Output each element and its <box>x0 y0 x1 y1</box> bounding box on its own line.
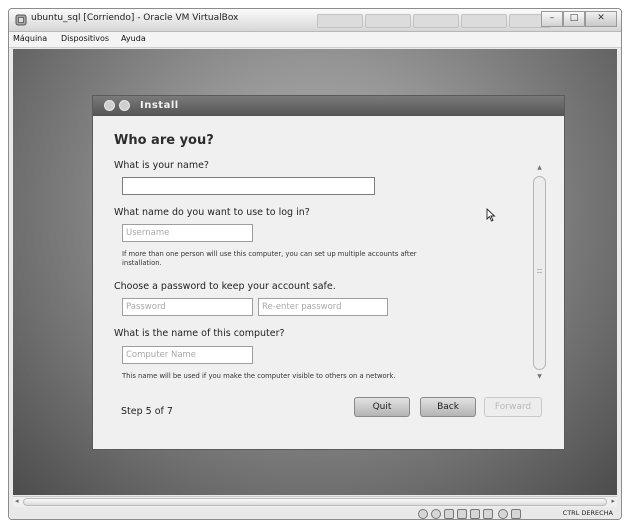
background-tab <box>365 14 411 28</box>
dialog-title: Install <box>140 100 179 111</box>
hard-disk-icon[interactable] <box>418 509 428 519</box>
usb-icon[interactable] <box>444 509 454 519</box>
title-bar[interactable]: ubuntu_sql [Corriendo] - Oracle VM Virtu… <box>9 9 621 32</box>
close-button[interactable]: ✕ <box>585 11 617 27</box>
login-label: What name do you want to use to log in? <box>114 207 310 218</box>
dialog-close-icon[interactable] <box>104 100 115 111</box>
background-tab <box>461 14 507 28</box>
dialog-minimize-icon[interactable] <box>119 100 130 111</box>
password-label: Choose a password to keep your account s… <box>114 281 336 292</box>
cursor-icon <box>486 208 496 222</box>
guest-display[interactable]: Install Who are you? What is your name? … <box>13 49 617 495</box>
menu-dispositivos[interactable]: Dispositivos <box>61 34 109 43</box>
name-input[interactable] <box>122 177 375 195</box>
computer-name-label: What is the name of this computer? <box>114 328 285 339</box>
computer-note: This name will be used if you make the c… <box>122 372 396 380</box>
scroll-right-arrow-icon[interactable]: ▸ <box>611 497 615 505</box>
reenter-password-input[interactable] <box>258 298 388 316</box>
mouse-integration-icon[interactable] <box>511 509 521 519</box>
background-tab <box>317 14 363 28</box>
menu-maquina[interactable]: Máquina <box>13 34 47 43</box>
menu-ayuda[interactable]: Ayuda <box>121 34 146 43</box>
recording-icon[interactable] <box>498 509 508 519</box>
window-title: ubuntu_sql [Corriendo] - Oracle VM Virtu… <box>31 13 239 23</box>
menu-bar: Máquina Dispositivos Ayuda <box>9 32 621 48</box>
scroll-left-arrow-icon[interactable]: ◂ <box>15 497 19 505</box>
network-icon[interactable] <box>470 509 480 519</box>
step-indicator: Step 5 of 7 <box>121 406 173 417</box>
status-bar: CTRL DERECHA <box>9 507 621 519</box>
optical-drive-icon[interactable] <box>431 509 441 519</box>
window-controls: – □ ✕ <box>541 11 617 27</box>
dialog-title-bar[interactable]: Install <box>93 96 564 116</box>
forward-button[interactable]: Forward <box>484 397 542 417</box>
background-tab <box>413 14 459 28</box>
minimize-button[interactable]: – <box>541 11 563 27</box>
username-input[interactable] <box>122 224 253 242</box>
computer-name-input[interactable] <box>122 346 253 364</box>
vertical-scrollbar[interactable] <box>533 176 546 370</box>
horizontal-scroll-thumb[interactable] <box>23 498 607 506</box>
scroll-down-arrow-icon[interactable]: ▼ <box>533 373 546 380</box>
login-note-line: installation. <box>122 259 162 267</box>
virtualbox-window: ubuntu_sql [Corriendo] - Oracle VM Virtu… <box>8 8 622 520</box>
scroll-grip <box>537 269 542 273</box>
scroll-up-arrow-icon[interactable]: ▲ <box>533 164 546 171</box>
page-heading: Who are you? <box>114 133 214 148</box>
name-label: What is your name? <box>114 160 209 171</box>
quit-button[interactable]: Quit <box>354 397 410 417</box>
back-button[interactable]: Back <box>420 397 476 417</box>
login-note: If more than one person will use this co… <box>122 250 417 268</box>
maximize-button[interactable]: □ <box>563 11 585 27</box>
install-dialog: Install Who are you? What is your name? … <box>92 95 565 450</box>
display-icon[interactable] <box>483 509 493 519</box>
host-key-label: CTRL DERECHA <box>562 509 613 517</box>
virtualbox-icon <box>15 14 27 26</box>
shared-folders-icon[interactable] <box>457 509 467 519</box>
login-note-line: If more than one person will use this co… <box>122 250 417 258</box>
password-input[interactable] <box>122 298 253 316</box>
